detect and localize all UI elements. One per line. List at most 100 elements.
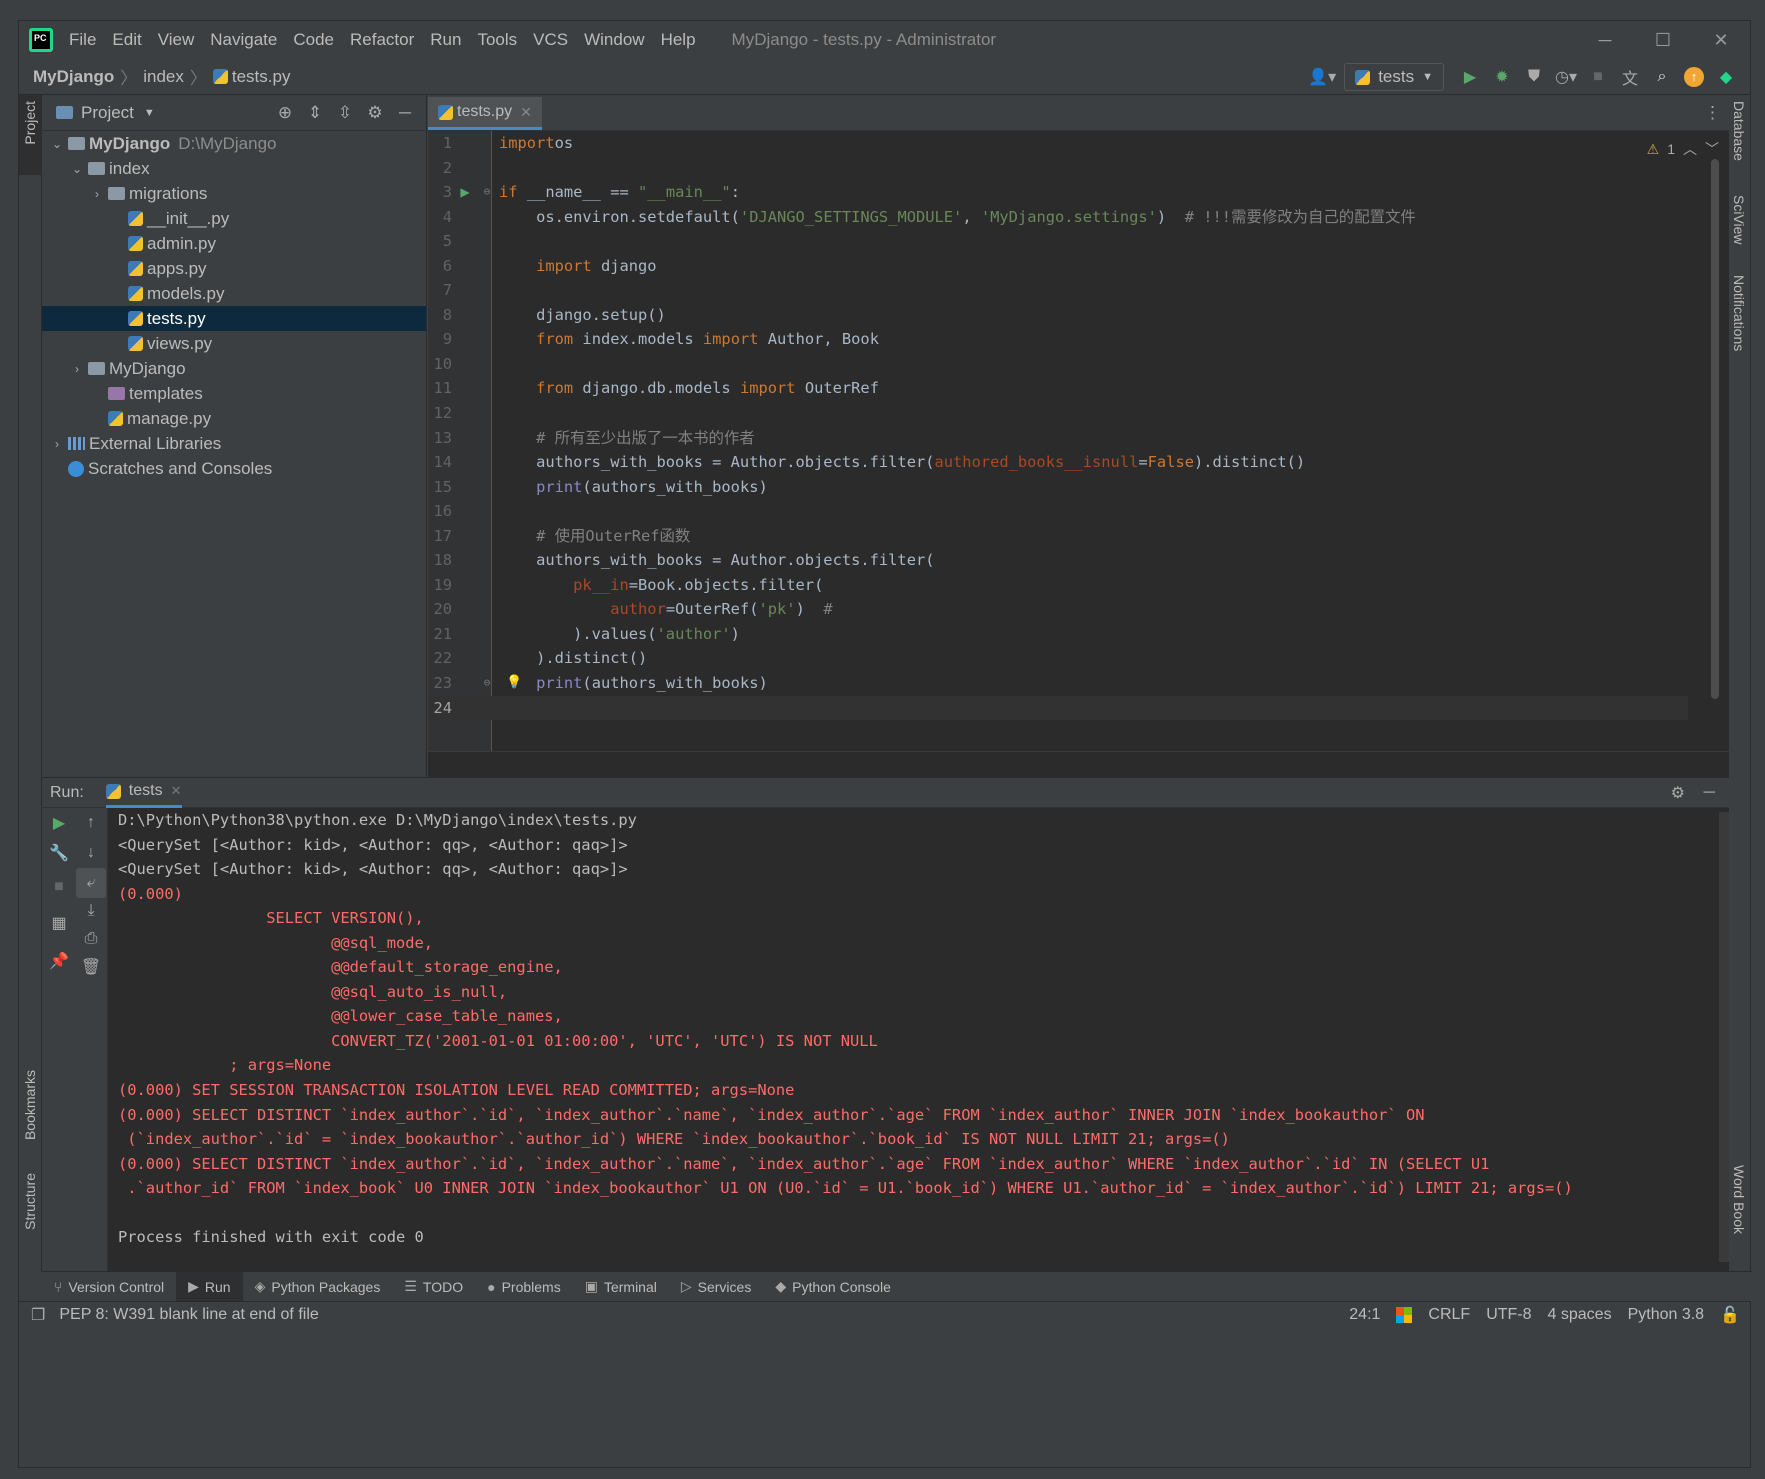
down-icon[interactable]: ↓ — [76, 838, 106, 868]
code-line[interactable]: 18 authors_with_books = Author.objects.f… — [428, 548, 1688, 573]
menu-help[interactable]: Help — [661, 30, 696, 50]
bookmarks-tool-button[interactable]: Bookmarks — [22, 1070, 38, 1140]
tree-item[interactable]: tests.py — [42, 306, 426, 331]
code-line[interactable]: 24 — [428, 695, 1688, 721]
code-line[interactable]: 23 ⊖ 💡 print(authors_with_books) — [428, 671, 1688, 696]
tool-window-terminal[interactable]: ▣ Terminal — [573, 1272, 669, 1302]
console-output[interactable]: D:\Python\Python38\python.exe D:\MyDjang… — [118, 808, 1708, 1250]
collapse-all-icon[interactable]: ⇳ — [330, 103, 360, 123]
tree-item[interactable]: › MyDjango — [42, 356, 426, 381]
code-line[interactable]: 16 — [428, 499, 1688, 524]
sciview-tool-button[interactable]: SciView — [1731, 195, 1747, 245]
indent-setting[interactable]: 4 spaces — [1548, 1306, 1612, 1324]
run-configuration-select[interactable]: tests ▼ — [1344, 63, 1444, 91]
tree-item[interactable]: models.py — [42, 281, 426, 306]
chevron-down-icon[interactable]: ﹀ — [1705, 139, 1719, 159]
breadcrumb-project[interactable]: MyDjango — [33, 67, 114, 87]
tree-item[interactable]: apps.py — [42, 256, 426, 281]
tree-item[interactable]: Scratches and Consoles — [42, 456, 426, 481]
close-icon[interactable]: ✕ — [1692, 21, 1750, 59]
line-separator[interactable]: CRLF — [1428, 1306, 1470, 1324]
tree-item[interactable]: manage.py — [42, 406, 426, 431]
code-line[interactable]: 3 ▶ ⊖ if __name__ == "__main__": — [428, 180, 1688, 205]
notifications-tool-button[interactable]: Notifications — [1731, 275, 1747, 351]
update-icon[interactable]: ↑ — [1680, 63, 1708, 91]
code-line[interactable]: 7 — [428, 278, 1688, 303]
tree-item[interactable]: ⌄ index — [42, 156, 426, 181]
tree-item[interactable]: views.py — [42, 331, 426, 356]
close-tab-icon[interactable]: ✕ — [520, 104, 532, 121]
code-area[interactable]: 1 importos 2 3 ▶ ⊖ if __name__ == "__main__": 4… — [428, 131, 1688, 721]
minimize-icon[interactable]: ─ — [1576, 21, 1634, 59]
pin-icon[interactable]: 📌 — [44, 946, 74, 976]
trash-icon[interactable]: 🗑 — [76, 952, 106, 982]
wrench-icon[interactable]: 🔧 — [44, 838, 74, 868]
translate-icon[interactable]: 文 — [1616, 63, 1644, 91]
chevron-right-icon[interactable]: › — [90, 187, 104, 201]
code-line[interactable]: 10 — [428, 352, 1688, 377]
code-line[interactable]: 21 ).values('author') — [428, 622, 1688, 647]
tree-item[interactable]: ⌄ MyDjango D:\MyDjango — [42, 131, 426, 156]
tool-window-problems[interactable]: ● Problems — [475, 1272, 573, 1302]
console-scrollbar[interactable] — [1719, 812, 1729, 1262]
chevron-down-icon[interactable]: ⌄ — [70, 162, 84, 176]
tool-window-run[interactable]: ▶ Run — [176, 1271, 243, 1302]
up-icon[interactable]: ↑ — [76, 808, 106, 838]
fold-icon[interactable]: ⊖ — [480, 180, 494, 205]
run-gutter-icon[interactable]: ▶ — [458, 180, 472, 205]
code-line[interactable]: 5 — [428, 229, 1688, 254]
breadcrumb-file[interactable]: tests.py — [232, 67, 291, 87]
profile-icon[interactable]: ◷▾ — [1552, 63, 1580, 91]
wordbook-tool-button[interactable]: Word Book — [1731, 1165, 1747, 1234]
chevron-right-icon[interactable]: › — [70, 362, 84, 376]
tool-window-todo[interactable]: ☰ TODO — [392, 1272, 475, 1302]
menu-refactor[interactable]: Refactor — [350, 30, 414, 50]
menu-run[interactable]: Run — [430, 30, 461, 50]
stop-icon[interactable]: ■ — [1584, 63, 1612, 91]
tool-window-python-packages[interactable]: ◈ Python Packages — [243, 1272, 393, 1302]
code-line[interactable]: 14 authors_with_books = Author.objects.f… — [428, 450, 1688, 475]
fold-icon[interactable]: ⊖ — [480, 671, 494, 696]
project-view-select[interactable]: Project — [81, 103, 134, 123]
menu-vcs[interactable]: VCS — [533, 30, 568, 50]
coverage-icon[interactable]: ⛊ — [1520, 63, 1548, 91]
tool-window-services[interactable]: ▷ Services — [669, 1272, 763, 1302]
code-line[interactable]: 12 — [428, 401, 1688, 426]
tree-item[interactable]: __init__.py — [42, 206, 426, 231]
debug-icon[interactable]: ✹ — [1488, 63, 1516, 91]
code-line[interactable]: 4 os.environ.setdefault('DJANGO_SETTINGS… — [428, 205, 1688, 230]
more-icon[interactable]: ⋮ — [1704, 103, 1721, 123]
tool-window-version-control[interactable]: ⑂ Version Control — [42, 1272, 176, 1302]
tree-item[interactable]: › migrations — [42, 181, 426, 206]
code-line[interactable]: 9 from index.models import Author, Book — [428, 327, 1688, 352]
caret-position[interactable]: 24:1 — [1349, 1306, 1380, 1324]
close-tab-icon[interactable]: ✕ — [171, 783, 182, 799]
soft-wrap-icon[interactable]: ⤶ — [76, 868, 106, 898]
code-line[interactable]: 13 # 所有至少出版了一本书的作者 — [428, 426, 1688, 451]
scroll-to-end-icon[interactable]: ⤓ — [76, 896, 106, 926]
gear-icon[interactable]: ⚙ — [1671, 783, 1685, 803]
maximize-icon[interactable]: ☐ — [1634, 21, 1692, 59]
menu-file[interactable]: File — [69, 30, 96, 50]
database-tool-button[interactable]: Database — [1731, 101, 1747, 161]
menu-view[interactable]: View — [158, 30, 195, 50]
editor-scrollbar[interactable] — [1711, 159, 1719, 699]
code-line[interactable]: 1 importos — [428, 131, 1688, 156]
inspection-widget[interactable]: ⚠ 1 ︿ ﹀ — [1647, 139, 1719, 159]
code-line[interactable]: 6 import django — [428, 254, 1688, 279]
code-line[interactable]: 22 ).distinct() — [428, 646, 1688, 671]
breadcrumb-folder[interactable]: index — [143, 67, 184, 87]
expand-all-icon[interactable]: ⇕ — [300, 103, 330, 123]
code-line[interactable]: 20 author=OuterRef('pk') # — [428, 597, 1688, 622]
menu-tools[interactable]: Tools — [477, 30, 517, 50]
locate-icon[interactable]: ⊕ — [270, 103, 300, 123]
code-line[interactable]: 11 from django.db.models import OuterRef — [428, 376, 1688, 401]
lock-icon[interactable]: 🔓 — [1720, 1305, 1740, 1325]
structure-tool-button[interactable]: Structure — [22, 1173, 38, 1230]
code-line[interactable]: 19 pk__in=Book.objects.filter( — [428, 573, 1688, 598]
menu-window[interactable]: Window — [584, 30, 644, 50]
tree-item[interactable]: templates — [42, 381, 426, 406]
layout-icon[interactable]: ▦ — [44, 908, 74, 938]
stop-icon[interactable]: ■ — [44, 872, 74, 902]
run-icon[interactable]: ▶ — [1456, 63, 1484, 91]
